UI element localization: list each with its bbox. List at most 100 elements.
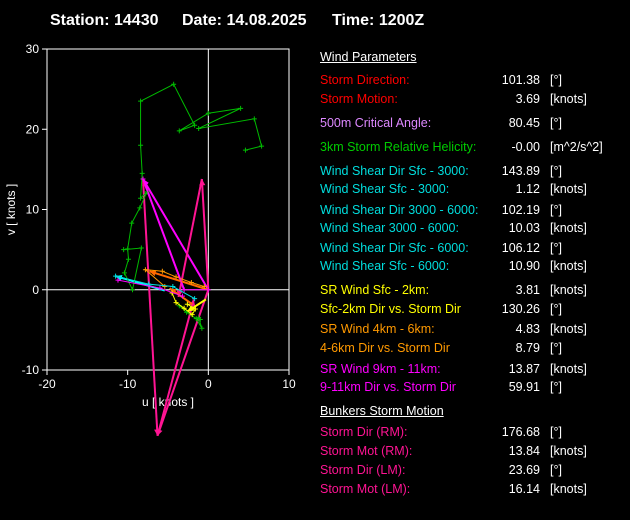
hodograph-point xyxy=(121,247,127,253)
y-tick-label: -10 xyxy=(22,363,40,377)
hodograph-point xyxy=(159,268,165,274)
vector-line xyxy=(156,289,210,437)
param-unit: [°] xyxy=(550,164,562,178)
param-value: 13.87 xyxy=(508,362,540,376)
hodograph-point xyxy=(130,287,136,293)
param-value: 4.83 xyxy=(515,322,540,336)
x-tick-label: 0 xyxy=(205,377,212,391)
param-value: 13.84 xyxy=(508,444,540,458)
param-label: 9-11km Dir vs. Storm Dir xyxy=(320,380,456,394)
param-value: 8.79 xyxy=(515,341,540,355)
y-tick-label: 10 xyxy=(26,203,40,217)
param-label: Storm Direction: xyxy=(320,73,410,87)
param-value: 10.03 xyxy=(508,221,540,235)
param-label: Storm Dir (RM): xyxy=(320,425,408,439)
hodograph-point xyxy=(137,205,143,211)
x-tick-label: -10 xyxy=(119,377,137,391)
plot-frame xyxy=(46,48,290,371)
hodograph-point xyxy=(125,256,131,262)
param-label: Wind Shear Dir Sfc - 3000: xyxy=(320,164,469,178)
param-value: 130.26 xyxy=(501,302,540,316)
y-tick-label: 0 xyxy=(32,283,39,297)
param-value: 143.89 xyxy=(501,164,540,178)
hodograph-point xyxy=(259,143,265,149)
wind-parameters-title: Wind Parameters xyxy=(320,50,417,64)
param-label: Storm Mot (RM): xyxy=(320,444,413,458)
param-value: 101.38 xyxy=(501,73,540,87)
param-label: Storm Dir (LM): xyxy=(320,463,406,477)
hodograph-point xyxy=(129,220,135,226)
vector-head xyxy=(149,270,157,277)
param-unit: [knots] xyxy=(550,221,587,235)
param-label: Storm Motion: xyxy=(320,92,398,106)
param-label: 500m Critical Angle: xyxy=(320,116,432,130)
param-unit: [°] xyxy=(550,463,562,477)
param-value: 16.14 xyxy=(508,482,540,496)
param-value: 3.81 xyxy=(515,283,540,297)
param-label: SR Wind 9km - 11km: xyxy=(320,362,441,376)
param-label: Wind Shear Dir 3000 - 6000: xyxy=(320,203,479,217)
param-label: Sfc-2km Dir vs. Storm Dir xyxy=(320,302,461,316)
hodograph-point xyxy=(121,270,127,276)
param-value: 59.91 xyxy=(508,380,540,394)
param-unit: [°] xyxy=(550,425,562,439)
param-unit: [°] xyxy=(550,302,562,316)
param-label: 3km Storm Relative Helicity: xyxy=(320,140,477,154)
hodograph-point xyxy=(196,125,202,131)
hodograph-point xyxy=(199,325,205,331)
param-label: 4-6km Dir vs. Storm Dir xyxy=(320,341,450,355)
param-value: 176.68 xyxy=(501,425,540,439)
hodograph-point xyxy=(176,128,182,134)
hodograph-point xyxy=(139,170,145,176)
hodograph-point xyxy=(242,147,248,153)
hodograph-point xyxy=(138,98,144,104)
param-label: Wind Shear Dir Sfc - 6000: xyxy=(320,241,469,255)
bunkers-title: Bunkers Storm Motion xyxy=(320,404,444,418)
param-unit: [knots] xyxy=(550,362,587,376)
param-unit: [°] xyxy=(550,341,562,355)
param-value: 80.45 xyxy=(508,116,540,130)
hodograph-point xyxy=(192,122,198,128)
y-axis-label: v [ knots ] xyxy=(4,184,18,235)
param-unit: [knots] xyxy=(550,182,587,196)
hodograph-point xyxy=(138,245,144,251)
x-tick-label: 10 xyxy=(282,377,296,391)
param-unit: [knots] xyxy=(550,283,587,297)
vector-line xyxy=(200,178,210,290)
param-unit: [°] xyxy=(550,241,562,255)
param-label: Storm Mot (LM): xyxy=(320,482,411,496)
param-value: 106.12 xyxy=(501,241,540,255)
param-value: 23.69 xyxy=(508,463,540,477)
param-unit: [knots] xyxy=(550,322,587,336)
x-tick-label: -20 xyxy=(38,377,56,391)
hodograph-point xyxy=(205,110,211,116)
param-value: 1.12 xyxy=(515,182,540,196)
param-unit: [m^2/s^2] xyxy=(550,140,603,154)
param-unit: [°] xyxy=(550,203,562,217)
param-label: SR Wind 4km - 6km: xyxy=(320,322,435,336)
param-label: Wind Shear 3000 - 6000: xyxy=(320,221,459,235)
param-unit: [knots] xyxy=(550,259,587,273)
hodograph-point xyxy=(113,273,119,279)
param-unit: [°] xyxy=(550,73,562,87)
y-tick-label: 30 xyxy=(26,42,40,56)
y-tick-label: 20 xyxy=(26,122,40,136)
vector-line xyxy=(156,299,195,437)
param-label: Wind Shear Sfc - 6000: xyxy=(320,259,450,273)
hodograph-point xyxy=(171,81,177,87)
param-unit: [°] xyxy=(550,116,562,130)
param-value: 3.69 xyxy=(515,92,540,106)
param-unit: [knots] xyxy=(550,444,587,458)
param-unit: [knots] xyxy=(550,92,587,106)
param-label: Wind Shear Sfc - 3000: xyxy=(320,182,450,196)
param-value: 10.90 xyxy=(508,259,540,273)
param-value: 102.19 xyxy=(501,203,540,217)
param-label: SR Wind Sfc - 2km: xyxy=(320,283,430,297)
hodograph-point xyxy=(238,105,244,111)
param-value: -0.00 xyxy=(511,140,541,154)
hodograph-point xyxy=(138,142,144,148)
param-unit: [knots] xyxy=(550,482,587,496)
hodograph-point xyxy=(251,116,257,122)
param-unit: [°] xyxy=(550,380,562,394)
hodograph-point xyxy=(125,246,131,252)
